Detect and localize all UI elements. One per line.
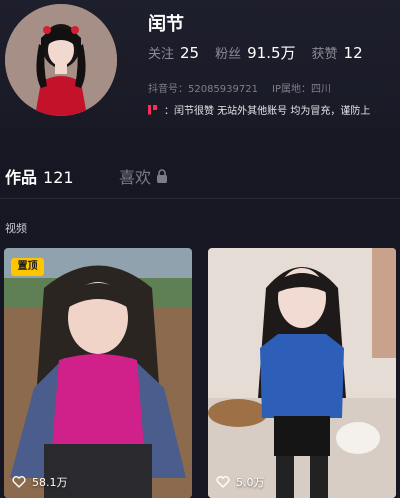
video-card-2[interactable]: 5.0万 [208,248,396,498]
douyin-id: 抖音号：52085939721 [148,84,258,95]
tab-works-count: 121 [43,168,74,187]
stat-likes-received[interactable]: 获赞 12 [312,43,363,62]
avatar[interactable] [5,4,117,116]
ip-location: IP属地：四川 [272,84,331,95]
stat-followers[interactable]: 粉丝 91.5万 [215,42,295,63]
stat-following-value: 25 [180,44,200,62]
avatar-image [5,4,117,116]
profile-bio: ：闰节很赞 无站外其他账号 均为冒充，谨防上 [148,102,370,117]
bio-text: ：闰节很赞 无站外其他账号 均为冒充，谨防上 [164,106,371,117]
video-1-likes-count: 58.1万 [32,476,68,489]
tab-works-label: 作品 [5,168,38,187]
video-thumbnail-1 [4,248,192,498]
profile-tabs: 作品 121 喜欢 [0,158,400,192]
tab-likes-label: 喜欢 [119,168,152,187]
video-1-likes: 58.1万 [12,474,68,490]
stat-following[interactable]: 关注 25 [148,43,199,62]
video-2-likes-count: 5.0万 [236,476,265,489]
pinned-badge: 置顶 [11,258,44,276]
heart-outline-icon [216,476,230,488]
lock-icon [157,169,168,183]
stat-likes-received-label: 获赞 [311,47,338,62]
stat-followers-label: 粉丝 [215,47,242,62]
tab-works[interactable]: 作品 121 [5,164,74,188]
profile-stats: 关注 25 粉丝 91.5万 获赞 12 [148,42,379,63]
tabs-divider [0,198,400,199]
stat-following-label: 关注 [148,47,175,62]
tab-likes[interactable]: 喜欢 [119,164,168,188]
stat-likes-received-value: 12 [343,44,363,62]
stat-followers-value: 91.5万 [247,44,296,62]
section-label-videos: 视频 [5,222,27,235]
video-card-1[interactable]: 置顶 58.1万 [4,248,192,498]
profile-nickname: 闰节 [148,14,184,35]
video-thumbnail-2 [208,248,396,498]
flag-icon [148,104,157,115]
profile-meta: 抖音号：52085939721 IP属地：四川 [148,80,331,95]
heart-outline-icon [12,476,26,488]
video-2-likes: 5.0万 [216,474,265,490]
